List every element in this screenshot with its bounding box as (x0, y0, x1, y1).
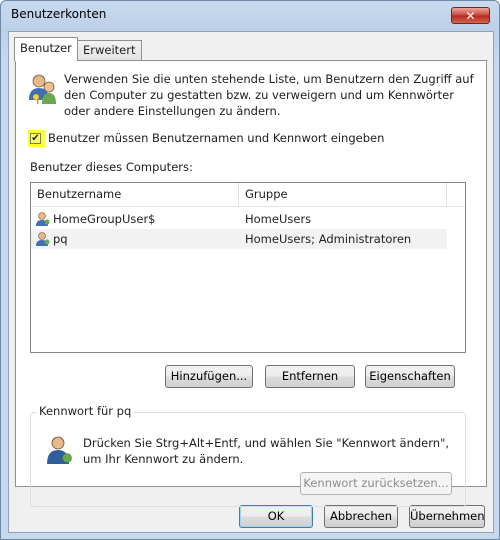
users-list[interactable]: Benutzername Gruppe HomeGroupUser$ HomeU… (30, 182, 466, 353)
user-password-icon (47, 436, 72, 464)
apply-button[interactable]: Übernehmen (409, 505, 485, 528)
intro-text: Verwenden Sie die unten stehende Liste, … (64, 72, 474, 118)
tab-erweitert-label: Erweitert (83, 43, 136, 57)
dialog-client-area: Benutzer Erweitert Verwenden Sie die unt… (8, 31, 494, 533)
user-icon (36, 232, 50, 246)
require-password-label: Benutzer müssen Benutzernamen und Kennwo… (48, 131, 385, 145)
users-icon (29, 74, 56, 104)
table-row[interactable]: HomeGroupUser$ HomeUsers (31, 209, 447, 229)
remove-user-button[interactable]: Entfernen (265, 365, 355, 388)
window-title: Benutzerkonten (11, 7, 107, 21)
password-instructions: Drücken Sie Strg+Alt+Entf, und wählen Si… (83, 436, 450, 466)
title-bar[interactable]: Benutzerkonten ✕ (1, 1, 499, 31)
list-header: Benutzername Gruppe (31, 183, 465, 207)
tab-benutzer-label: Benutzer (20, 41, 72, 55)
password-group: Kennwort für pq Drücken Sie Strg+Alt+Ent… (30, 404, 466, 507)
password-group-title: Kennwort für pq (36, 404, 135, 418)
users-section-label: Benutzer dieses Computers: (30, 160, 193, 174)
user-icon (36, 212, 50, 226)
column-header-username-label: Benutzername (37, 187, 122, 201)
cell-group: HomeUsers (245, 212, 312, 226)
dialog-window: Benutzerkonten ✕ Benutzer Erweitert Verw… (0, 0, 500, 540)
tab-panel-benutzer: Verwenden Sie die unten stehende Liste, … (15, 60, 487, 507)
cell-username: pq (53, 232, 68, 246)
column-header-group[interactable]: Gruppe (239, 183, 447, 206)
checkmark-icon: ✔ (31, 133, 40, 144)
table-row[interactable]: pq HomeUsers; Administratoren (31, 229, 447, 249)
cell-username: HomeGroupUser$ (53, 212, 156, 226)
cell-group: HomeUsers; Administratoren (245, 232, 412, 246)
tab-erweitert[interactable]: Erweitert (77, 40, 142, 60)
close-icon: ✕ (465, 9, 476, 23)
add-user-button[interactable]: Hinzufügen... (165, 365, 253, 388)
column-divider[interactable] (446, 183, 447, 206)
require-password-checkbox[interactable]: ✔ (30, 133, 41, 144)
tab-benutzer[interactable]: Benutzer (14, 37, 78, 61)
ok-button[interactable]: OK (239, 505, 313, 528)
column-header-username[interactable]: Benutzername (31, 183, 239, 206)
properties-button[interactable]: Eigenschaften (365, 365, 455, 388)
close-button[interactable]: ✕ (451, 7, 490, 24)
column-header-group-label: Gruppe (245, 187, 288, 201)
reset-password-button[interactable]: Kennwort zurücksetzen... (300, 472, 452, 495)
cancel-button[interactable]: Abbrechen (324, 505, 398, 528)
